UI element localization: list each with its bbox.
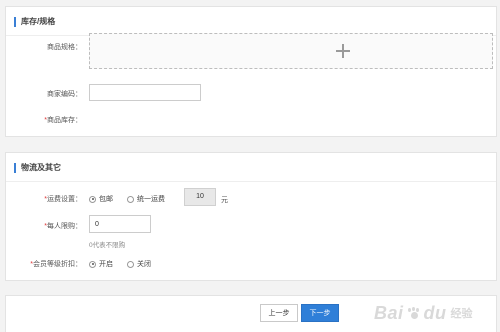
stock-label-text: 商品库存： bbox=[47, 117, 82, 124]
shipping-fee-field[interactable]: 10 bbox=[184, 188, 216, 206]
shipping-label-text: 运费设置： bbox=[47, 196, 82, 203]
purchase-limit-input[interactable] bbox=[89, 215, 151, 233]
paw-icon bbox=[407, 307, 420, 319]
prev-step-button[interactable]: 上一步 bbox=[260, 304, 298, 322]
watermark-sub-text: 经验 bbox=[450, 308, 473, 320]
limit-label-text: 每人限购： bbox=[47, 223, 82, 230]
merchant-code-input[interactable] bbox=[89, 84, 201, 101]
baidu-watermark: Bai du 经验 bbox=[374, 300, 494, 326]
radio-unchecked-icon bbox=[127, 195, 134, 203]
discount-off-label: 关闭 bbox=[137, 261, 151, 268]
shipping-flat-radio[interactable]: 统一运费 bbox=[127, 194, 165, 204]
shipping-flat-label: 统一运费 bbox=[137, 196, 165, 203]
radio-checked-icon bbox=[89, 195, 96, 203]
fee-unit: 元 bbox=[221, 197, 228, 204]
add-spec-button[interactable] bbox=[89, 33, 493, 69]
discount-off-radio[interactable]: 关闭 bbox=[127, 259, 151, 269]
next-step-button[interactable]: 下一步 bbox=[301, 304, 339, 322]
stock-label: *商品库存： bbox=[12, 115, 82, 125]
watermark-brand-tail: du bbox=[423, 302, 447, 323]
discount-label-text: 会员等级折扣： bbox=[33, 261, 82, 268]
limit-hint: 0代表不限购 bbox=[89, 242, 126, 249]
spec-label: 商品规格： bbox=[47, 44, 82, 51]
radio-unchecked-icon bbox=[127, 260, 134, 268]
radio-checked-icon bbox=[89, 260, 96, 268]
watermark-brand-text: Bai bbox=[374, 302, 404, 323]
code-label: 商家编码： bbox=[47, 91, 82, 98]
section-divider bbox=[6, 181, 496, 182]
discount-on-label: 开启 bbox=[99, 261, 113, 268]
shipping-free-radio[interactable]: 包邮 bbox=[89, 194, 113, 204]
limit-label: *每人限购： bbox=[12, 221, 82, 231]
plus-icon bbox=[336, 44, 350, 58]
shipping-label: *运费设置： bbox=[12, 194, 82, 204]
inventory-section-title: 库存/规格 bbox=[14, 17, 55, 27]
logistics-section-title: 物流及其它 bbox=[14, 163, 61, 173]
discount-on-radio[interactable]: 开启 bbox=[89, 259, 113, 269]
shipping-free-label: 包邮 bbox=[99, 196, 113, 203]
discount-label: *会员等级折扣： bbox=[12, 259, 82, 269]
